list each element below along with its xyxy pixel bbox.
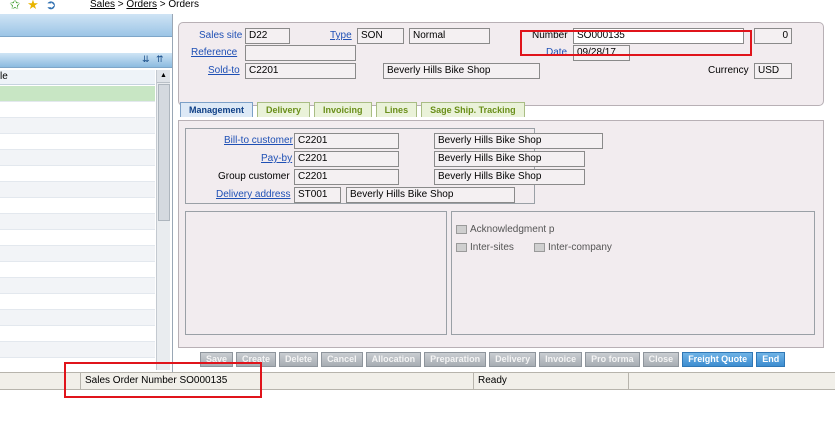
allocation-button[interactable]: Allocation [365, 352, 422, 367]
inter-sites-checkbox[interactable]: Inter-sites [456, 242, 514, 253]
inter-company-label: Inter-company [548, 242, 612, 253]
breadcrumb-sales-link[interactable]: Sales [90, 0, 115, 10]
checkbox-icon [534, 243, 545, 252]
toolbar-icons: ✩ ★ ➲ [8, 0, 58, 12]
list-column-header[interactable]: le [0, 70, 155, 85]
list-item[interactable] [0, 214, 155, 230]
order-form: Sales site D22 Type SON Normal Number SO… [174, 14, 835, 372]
sales-site-field[interactable]: D22 [245, 28, 290, 44]
reference-link[interactable]: Reference [191, 47, 237, 58]
collapse-down-icon[interactable]: ⇊ [142, 54, 150, 65]
list-item[interactable] [0, 166, 155, 182]
tab-lines[interactable]: Lines [375, 102, 418, 117]
scroll-up-icon[interactable]: ▲ [157, 70, 170, 83]
collapse-up-icon[interactable]: ⇈ [156, 54, 164, 65]
favorite-star-icon[interactable]: ★ [26, 0, 40, 12]
acknowledgment-checkbox[interactable]: Acknowledgment p [456, 224, 555, 235]
tab-sage-ship-tracking[interactable]: Sage Ship. Tracking [421, 102, 525, 117]
list-item[interactable] [0, 86, 155, 102]
list-item[interactable] [0, 310, 155, 326]
preparation-button[interactable]: Preparation [424, 352, 487, 367]
left-panel: ⇊ ⇈ le ▲ [0, 14, 173, 372]
sold-to-name: Beverly Hills Bike Shop [383, 63, 540, 79]
breadcrumb-orders-link[interactable]: Orders [126, 0, 157, 10]
delivery-address-link[interactable]: Delivery address [216, 189, 290, 200]
list-item[interactable] [0, 198, 155, 214]
status-state: Ready [474, 373, 629, 389]
group-customer-field[interactable]: C2201 [294, 169, 399, 185]
sales-site-label: Sales site [199, 30, 243, 41]
breadcrumb-separator: > [115, 0, 127, 10]
freight-quote-button[interactable]: Freight Quote [682, 352, 754, 367]
options-section: Acknowledgment p Inter-sites Inter-compa… [451, 211, 815, 335]
delete-button[interactable]: Delete [279, 352, 319, 367]
management-left-box [185, 211, 447, 335]
pay-by-name: Beverly Hills Bike Shop [434, 151, 585, 167]
list-item[interactable] [0, 102, 155, 118]
tab-management[interactable]: Management [180, 102, 254, 117]
close-button[interactable]: Close [642, 352, 680, 367]
list-item[interactable] [0, 150, 155, 166]
list-item[interactable] [0, 118, 155, 134]
reference-field[interactable] [245, 45, 356, 61]
tab-strip: Management Delivery Invoicing Lines Sage… [180, 102, 525, 118]
bill-to-link[interactable]: Bill-to customer [224, 135, 293, 146]
list-item[interactable] [0, 262, 155, 278]
pay-by-field[interactable]: C2201 [294, 151, 399, 167]
add-favorite-icon[interactable]: ✩ [8, 0, 22, 12]
checkbox-icon [456, 225, 467, 234]
sold-to-link[interactable]: Sold-to [208, 65, 240, 76]
group-customer-label: Group customer [218, 171, 290, 182]
sold-to-field[interactable]: C2201 [245, 63, 356, 79]
scroll-thumb[interactable] [158, 84, 170, 221]
cancel-button[interactable]: Cancel [321, 352, 363, 367]
customer-section: Bill-to customer C2201 Beverly Hills Bik… [185, 128, 603, 204]
left-panel-toolbar: ⇊ ⇈ [0, 53, 172, 68]
group-customer-name: Beverly Hills Bike Shop [434, 169, 585, 185]
inter-company-checkbox[interactable]: Inter-company [534, 242, 612, 253]
tab-invoicing[interactable]: Invoicing [314, 102, 372, 117]
inter-sites-label: Inter-sites [470, 242, 514, 253]
list-item[interactable] [0, 326, 155, 342]
list-item[interactable] [0, 230, 155, 246]
delivery-address-field[interactable]: ST001 [294, 187, 341, 203]
top-toolbar: ✩ ★ ➲ Sales > Orders > Orders [0, 0, 835, 12]
bill-to-name: Beverly Hills Bike Shop [434, 133, 603, 149]
currency-field[interactable]: USD [754, 63, 792, 79]
tab-delivery[interactable]: Delivery [257, 102, 311, 117]
management-tab-panel: Bill-to customer C2201 Beverly Hills Bik… [178, 120, 824, 348]
list-item[interactable] [0, 134, 155, 150]
type-description: Normal [409, 28, 490, 44]
delivery-address-name: Beverly Hills Bike Shop [346, 187, 515, 203]
action-button-bar: Save Create Delete Cancel Allocation Pre… [200, 352, 786, 367]
currency-label: Currency [708, 65, 749, 76]
pay-by-link[interactable]: Pay-by [261, 153, 292, 164]
type-link[interactable]: Type [330, 30, 352, 41]
list-scrollbar[interactable]: ▲ [156, 70, 170, 370]
list-item[interactable] [0, 182, 155, 198]
bill-to-field[interactable]: C2201 [294, 133, 399, 149]
list-item[interactable] [0, 342, 155, 358]
navigation-icon[interactable]: ➲ [44, 0, 58, 12]
left-list [0, 86, 155, 358]
type-field[interactable]: SON [357, 28, 404, 44]
list-item[interactable] [0, 278, 155, 294]
checkbox-icon [456, 243, 467, 252]
left-panel-header [0, 14, 172, 37]
invoice-button[interactable]: Invoice [539, 352, 583, 367]
breadcrumb: Sales > Orders > Orders [90, 0, 199, 10]
number-highlight [520, 30, 752, 56]
breadcrumb-current: > Orders [156, 0, 199, 10]
delivery-button[interactable]: Delivery [489, 352, 537, 367]
end-button[interactable]: End [756, 352, 786, 367]
list-item[interactable] [0, 294, 155, 310]
pro-forma-button[interactable]: Pro forma [585, 352, 640, 367]
list-item[interactable] [0, 246, 155, 262]
status-message-highlight [64, 362, 262, 398]
counter-field: 0 [754, 28, 792, 44]
acknowledgment-label: Acknowledgment p [470, 224, 555, 235]
